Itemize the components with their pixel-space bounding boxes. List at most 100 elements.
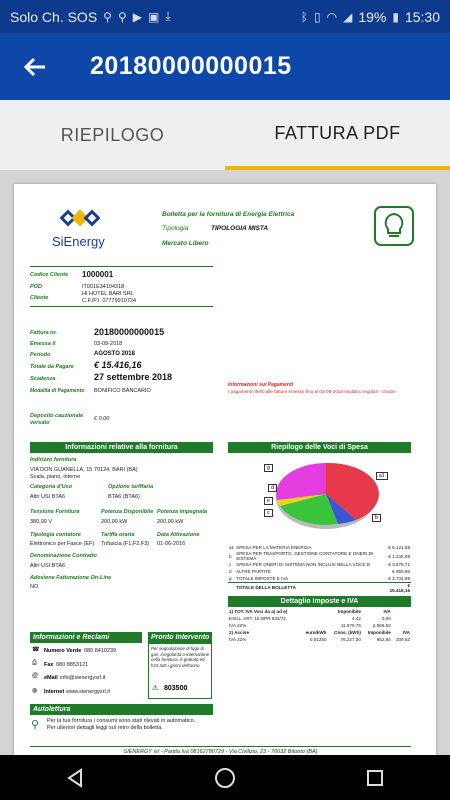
- imposte-table: 1) TOT. IVA Voci da a) ad e) Imponibile IV…: [228, 608, 411, 643]
- voci-row: g TOTALE IMPOSTE E IVA € 3.731,99: [228, 575, 411, 582]
- imposte-cell: IVA 22%: [229, 637, 247, 642]
- pie-label-a1: a1: [376, 472, 388, 480]
- back-button[interactable]: [0, 33, 70, 100]
- mercato-label: Mercato Libero: [162, 240, 209, 247]
- categoria-label: Categoria d'Uso: [30, 484, 72, 490]
- imposte-cell: 952,84: [376, 637, 391, 642]
- imposte-cell: [300, 615, 327, 622]
- pie-label-e: e: [264, 497, 273, 505]
- tipologia-label: Tipologia: [162, 225, 189, 232]
- pronto-text: Per segnalazione di fuga di gas, irregol…: [151, 646, 210, 668]
- imposte-cell: [300, 608, 327, 615]
- voce-key: [228, 581, 236, 593]
- voce-label: TOTALE IMPOSTE E IVA: [236, 575, 289, 581]
- triangle-back-icon: [67, 767, 82, 788]
- cliente-label: Cliente: [30, 295, 49, 301]
- voce-value: € 3.731,99: [388, 575, 410, 581]
- voce-key: g: [229, 575, 232, 581]
- numero-verde-label: Numero Verde: [44, 648, 82, 654]
- app-bar: 20180000000015: [0, 33, 450, 100]
- imposte-cell: euro/kWh: [305, 630, 327, 635]
- tensione-label: Tensione Fornitura: [30, 509, 80, 515]
- voce-key: a1: [229, 545, 235, 550]
- voce-value: € 3.678,71: [388, 562, 410, 567]
- lightbulb-icon: [374, 206, 414, 246]
- voci-row: TOTALE DELLA BOLLETTA € 15.416,16: [228, 581, 411, 593]
- nav-back-button[interactable]: [45, 758, 105, 798]
- nav-recents-button[interactable]: [345, 758, 405, 798]
- fattura-value: 20180000000015: [94, 327, 165, 337]
- pod-value: IT001E34104318: [82, 284, 125, 290]
- indirizzo-value-2: Scala, piano, interno: [30, 474, 81, 480]
- pronto-bar: Pronto Intervento: [148, 632, 212, 643]
- sienergy-logo-icon: [59, 209, 100, 227]
- potenza-disponibile-value: 200,00 kW: [101, 519, 128, 525]
- imposte-row: 2) Accise euro/kWh Cons. (kWh) Imponibile IV…: [228, 629, 411, 636]
- voce-value: € 6.121,58: [388, 545, 410, 550]
- voce-value: € 1.232,69: [388, 553, 410, 559]
- imposte-cell: 209,62: [395, 637, 410, 642]
- battery-level: 19%: [358, 8, 387, 25]
- opzione-label: Opzione tariffaria: [108, 484, 154, 490]
- pie-label-g: g: [264, 464, 273, 472]
- battery-icon: ▮: [392, 9, 399, 24]
- totale-label: Totale da Pagare: [30, 364, 74, 370]
- info-pagamenti-text: I pagamenti riferiti alle fatture emesse…: [228, 389, 396, 394]
- internet-value: www.sienergysrl.it: [66, 689, 111, 695]
- invoice-heading: Bolletta per la fornitura di Energia Ele…: [162, 211, 295, 218]
- imposte-cell: 76.227,00: [340, 637, 361, 642]
- imposte-cell: 2) Accise: [229, 630, 250, 635]
- voce-value: € 650,99: [392, 569, 410, 574]
- bluetooth-icon: ᛒ: [300, 9, 308, 24]
- imposte-cell: IVA: [383, 609, 391, 614]
- imposte-cell: 0,01250: [309, 637, 327, 642]
- youtube-icon: ▶: [132, 9, 142, 24]
- pie-label-c: c: [264, 509, 273, 517]
- voce-key: c: [229, 562, 232, 567]
- download-icon: ⤓: [165, 9, 171, 23]
- vibrate-icon: ▯: [313, 9, 321, 24]
- imposte-cell: IVA: [402, 630, 410, 635]
- tab-riepilogo[interactable]: RIEPILOGO: [0, 100, 225, 170]
- warning-icon: ⚠: [152, 685, 159, 692]
- periodo-value: AGOSTO 2018: [94, 351, 135, 357]
- nav-home-button[interactable]: [195, 758, 255, 798]
- tab-fattura-pdf[interactable]: FATTURA PDF: [225, 100, 450, 170]
- clock: 15:30: [404, 8, 440, 25]
- codice-cliente-label: Codice Cliente: [30, 272, 69, 278]
- deposito-label: Deposito cauzionale versato: [30, 413, 84, 426]
- imposte-cell: 11.679,75: [340, 623, 361, 628]
- denominazione-value: Altri USI BTA6: [30, 563, 66, 569]
- potenza-impegnata-label: Potenza impegnata: [157, 509, 208, 515]
- attivazione-label: Data Attivazione: [157, 532, 200, 538]
- imposte-cell: 2.569,53: [372, 623, 391, 628]
- voci-row: a1 SPESA PER LA MATERIA ENERGIA € 6.121,58: [228, 544, 411, 551]
- autolettura-text-2: Per ulteriori dettagli leggi sul retro d…: [47, 725, 163, 731]
- imposte-row: ESCL. ART. 15 DPR 633/72 4,42 0,00: [228, 615, 411, 622]
- imposte-cell: IVA 22%: [229, 623, 247, 628]
- tab-bar: RIEPILOGO FATTURA PDF: [0, 100, 450, 170]
- imposte-row: IVA 22% 0,01250 76.227,00 952,84 209,62: [228, 636, 411, 643]
- contatore-value: Elettronico per Fasce (EF): [30, 541, 95, 547]
- usb-icon: ⚲: [117, 9, 127, 24]
- voce-label: ALTRE PARTITE: [236, 569, 271, 574]
- emessa-label: Emessa il: [30, 341, 56, 347]
- fax-label: Fax: [44, 662, 54, 668]
- voce-label: SPESA PER ONERI DI SISTEMA NON INCLUSI N…: [236, 562, 370, 567]
- magnifier-icon: ⚲: [31, 719, 40, 731]
- system-nav-bar: [0, 755, 450, 800]
- voci-table: a1 SPESA PER LA MATERIA ENERGIA € 6.121,58…: [228, 544, 411, 593]
- image-icon: ▣: [147, 9, 160, 24]
- denominazione-label: Denominazione Contratto: [30, 553, 97, 559]
- imposte-cell: Imponibile: [337, 609, 361, 614]
- imposte-cell: Imponibile: [367, 630, 391, 635]
- imposte-cell: Cons. (kWh): [334, 630, 361, 635]
- imposte-cell: 1) TOT. IVA Voci da a) ad e): [229, 609, 288, 614]
- potenza-impegnata-value: 200,00 kW: [157, 519, 184, 525]
- indirizzo-value: VIA DON GUANELLA, 15 70124, BARI (BA): [30, 467, 138, 473]
- adesione-value: NO: [30, 584, 39, 590]
- page-title: 20180000000015: [90, 52, 292, 80]
- numero-verde-value: 080 8410239: [84, 648, 117, 654]
- riepilogo-bar: Riepilogo delle Voci di Spesa: [228, 442, 411, 453]
- pdf-viewer[interactable]: SiEnergy Bolletta per la fornitura di En…: [0, 170, 450, 755]
